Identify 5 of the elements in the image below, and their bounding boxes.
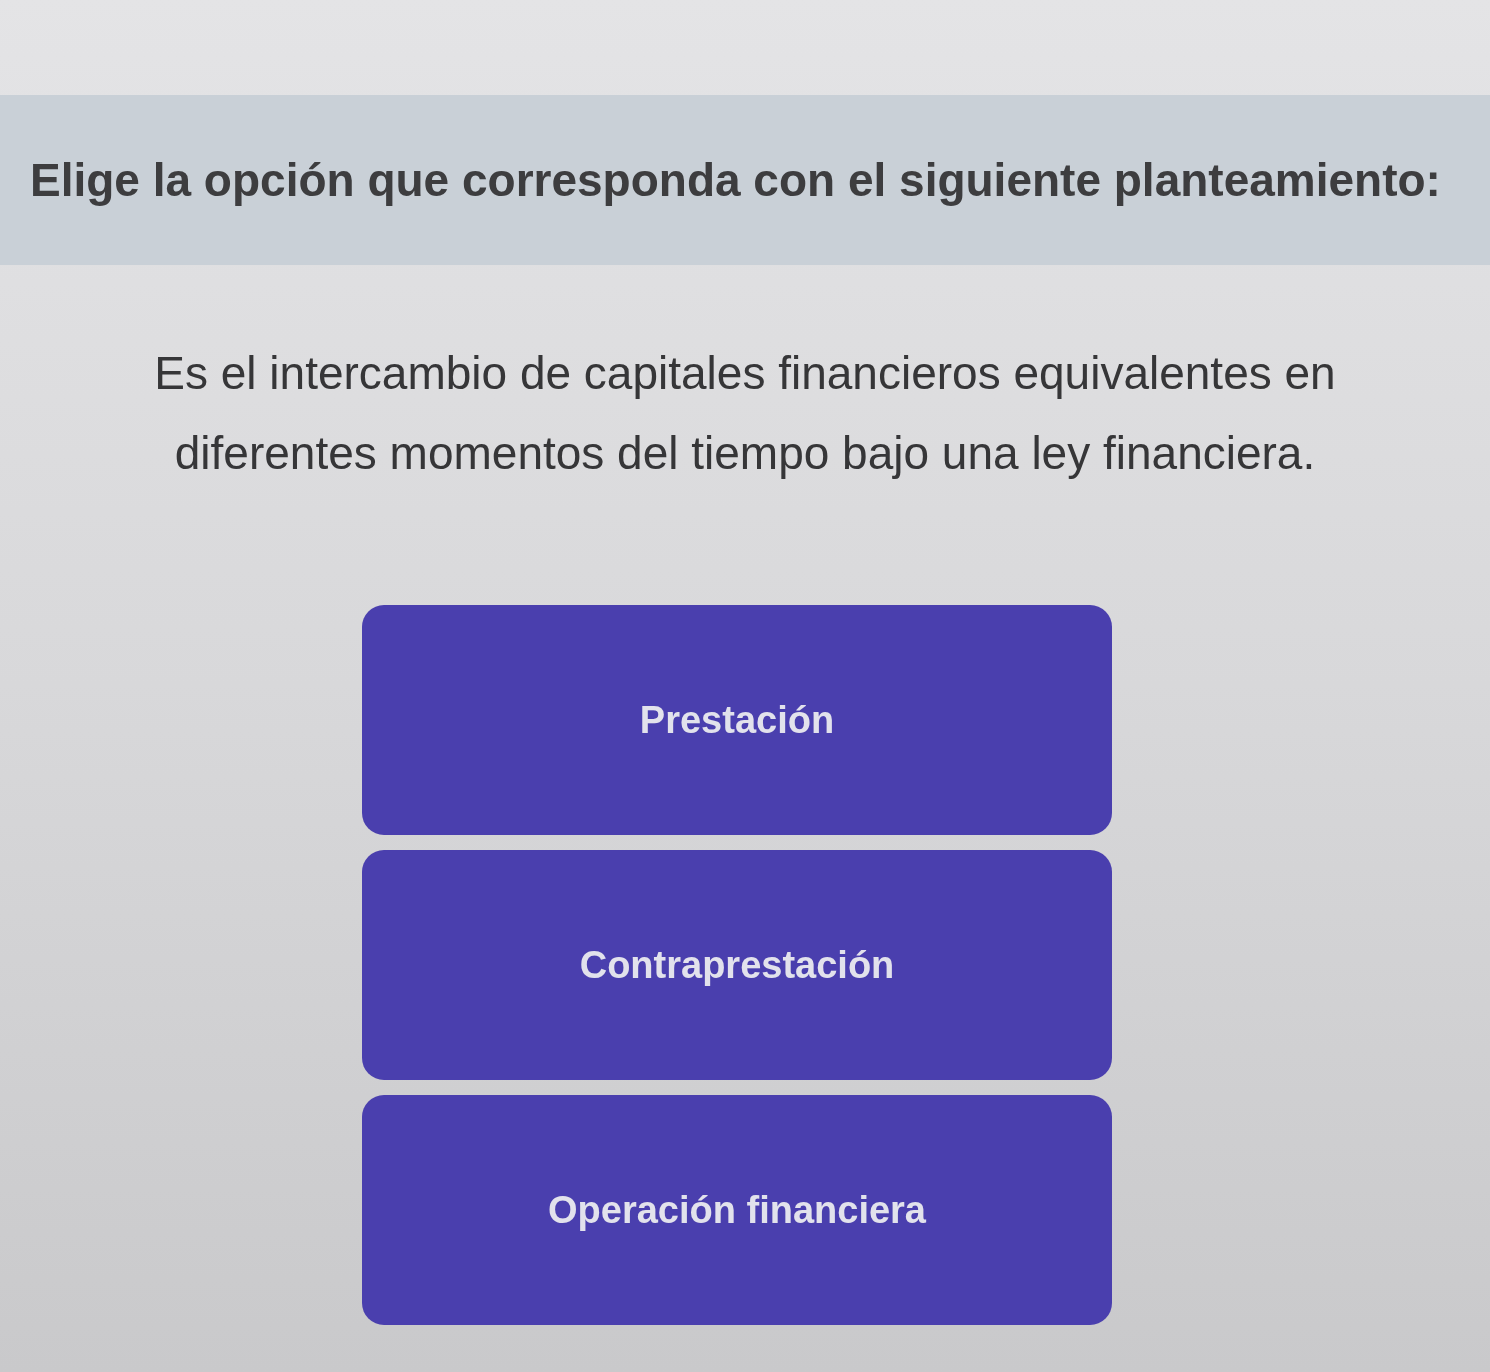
answer-option[interactable]: Prestación bbox=[362, 605, 1112, 835]
instruction-text: Elige la opción que corresponda con el siguiente planteamiento: bbox=[30, 152, 1441, 208]
answer-option[interactable]: Operación financiera bbox=[362, 1095, 1112, 1325]
question-text: Es el intercambio de capitales financieros equivalentes en diferentes momentos del tiempo bajo una ley financiera. bbox=[153, 346, 1337, 481]
answer-option[interactable]: Contraprestación bbox=[362, 850, 1112, 1080]
